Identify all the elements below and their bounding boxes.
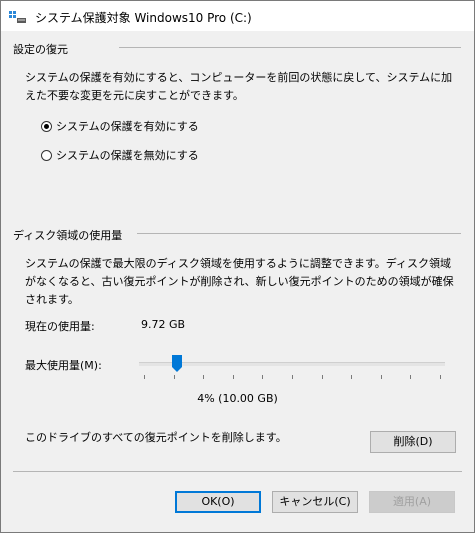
window-title: システム保護対象 Windows10 Pro (C:) [35,11,252,25]
slider-tick [144,375,145,379]
slider-track[interactable] [139,362,445,366]
radio-circle-unchecked[interactable] [41,149,52,161]
cancel-button[interactable]: キャンセル(C) [272,491,358,513]
slider-tick [351,375,352,379]
footer-divider [13,471,462,472]
radio-disable-label: システムの保護を無効にする [56,149,199,162]
delete-description: このドライブのすべての復元ポイントを削除します。 [25,431,287,444]
disk-usage-divider [137,233,461,234]
max-usage-label: 最大使用量(M): [25,359,102,372]
system-properties-icon [9,11,26,23]
current-usage-value: 9.72 GB [141,318,186,331]
slider-tick [174,375,175,379]
slider-thumb[interactable] [172,355,182,372]
restore-settings-description: システムの保護を有効にすると、コンピューターを前回の状態に戻して、システムに加え… [25,71,453,102]
apply-button[interactable]: 適用(A) [369,491,455,513]
slider-tick [203,375,204,379]
restore-settings-divider [119,47,461,48]
slider-tick [410,375,411,379]
radio-enable-protection[interactable]: システムの保護を有効にする [41,118,199,134]
radio-enable-label: システムの保護を有効にする [56,120,199,133]
slider-tick [233,375,234,379]
delete-button[interactable]: 削除(D) [370,431,456,453]
restore-settings-header: 設定の復元 [13,43,68,56]
slider-tick [262,375,263,379]
disk-usage-description: システムの保護で最大限のディスク領域を使用するように調整できます。ディスク領域が… [25,257,454,306]
slider-tick [381,375,382,379]
current-usage-label: 現在の使用量: [25,320,95,333]
radio-disable-protection[interactable]: システムの保護を無効にする [41,147,199,163]
ok-button[interactable]: OK(O) [175,491,261,513]
max-usage-slider[interactable] [139,353,449,383]
slider-tick [440,375,441,379]
title-bar: システム保護対象 Windows10 Pro (C:) [1,1,474,31]
disk-usage-header: ディスク領域の使用量 [13,229,123,242]
system-protection-dialog: システム保護対象 Windows10 Pro (C:) 設定の復元 システムの保… [0,0,475,533]
slider-tick [322,375,323,379]
slider-tick [292,375,293,379]
max-usage-value: 4% (10.00 GB) [197,392,278,405]
radio-circle-checked[interactable] [41,120,52,132]
